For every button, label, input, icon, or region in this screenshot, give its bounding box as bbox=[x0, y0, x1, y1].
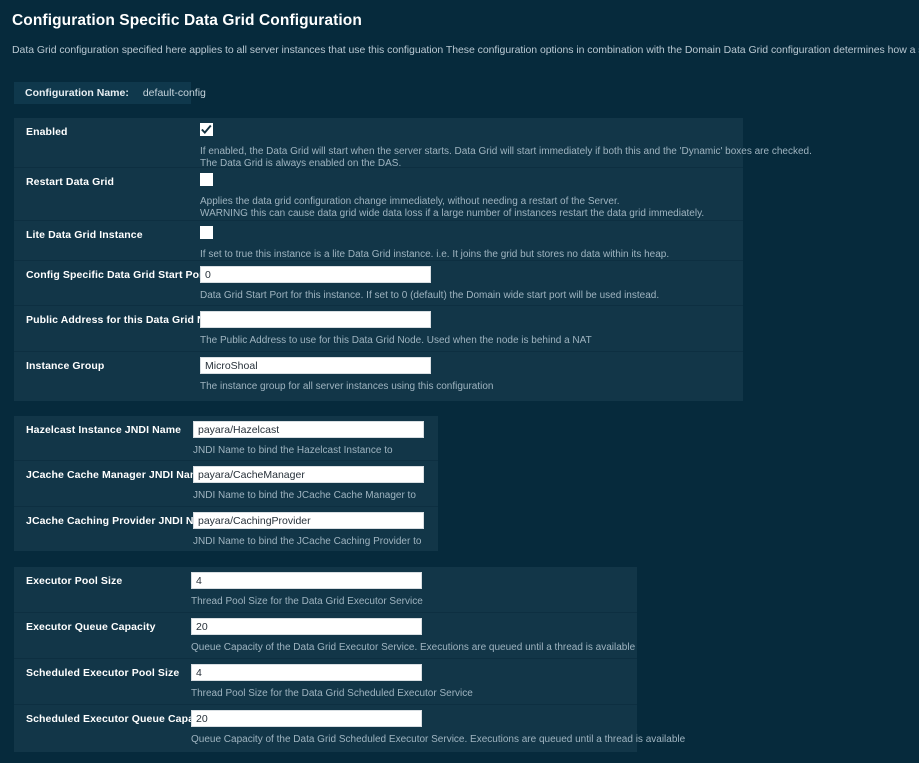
help-line: If set to true this instance is a lite D… bbox=[200, 249, 670, 260]
field-label: Executor Pool Size bbox=[26, 575, 123, 587]
field-label: Restart Data Grid bbox=[26, 176, 115, 188]
field-help-text: Thread Pool Size for the Data Grid Execu… bbox=[191, 596, 423, 608]
settings-row: JCache Caching Provider JNDI Name JNDI Na… bbox=[14, 507, 438, 551]
settings-row: Lite Data Grid Instance If set to true th… bbox=[14, 221, 743, 261]
page-title: Configuration Specific Data Grid Configu… bbox=[12, 12, 362, 29]
general-settings-group: Enabled If enabled, the Data Grid will st… bbox=[14, 118, 812, 401]
page-description: Data Grid configuration specified here a… bbox=[12, 44, 919, 56]
settings-row: Scheduled Executor Pool Size Thread Pool … bbox=[14, 659, 637, 705]
field-label: Lite Data Grid Instance bbox=[26, 229, 143, 241]
input-config-specific-data-grid-start-port[interactable] bbox=[200, 266, 431, 283]
settings-row: Instance Group The instance group for all… bbox=[14, 352, 743, 401]
field-label: JCache Caching Provider JNDI Name bbox=[26, 515, 215, 527]
settings-row: Executor Pool Size Thread Pool Size for t… bbox=[14, 567, 637, 613]
field-help-text: Data Grid Start Port for this instance. … bbox=[200, 290, 659, 302]
help-line: JNDI Name to bind the JCache Cache Manag… bbox=[193, 490, 416, 501]
jndi-settings-group: Hazelcast Instance JNDI Name JNDI Name to… bbox=[14, 416, 438, 551]
help-line: Data Grid Start Port for this instance. … bbox=[200, 290, 660, 301]
executor-settings-group: Executor Pool Size Thread Pool Size for t… bbox=[14, 567, 685, 752]
input-public-address-for-this-data-grid-node[interactable] bbox=[200, 311, 431, 328]
settings-row: Restart Data Grid Applies the data grid c… bbox=[14, 168, 743, 221]
field-help-text: Queue Capacity of the Data Grid Schedule… bbox=[191, 734, 685, 746]
help-line: Applies the data grid configuration chan… bbox=[200, 196, 620, 207]
help-line: Thread Pool Size for the Data Grid Execu… bbox=[191, 596, 423, 607]
configuration-name-bar: Configuration Name: default-config bbox=[14, 82, 206, 104]
field-help-text: The instance group for all server instan… bbox=[200, 381, 494, 393]
help-line: Thread Pool Size for the Data Grid Sched… bbox=[191, 688, 473, 699]
help-line: The Public Address to use for this Data … bbox=[200, 335, 592, 346]
field-label: Executor Queue Capacity bbox=[26, 621, 156, 633]
field-label: Instance Group bbox=[26, 360, 105, 372]
settings-row: Enabled If enabled, the Data Grid will st… bbox=[14, 118, 812, 169]
settings-row: Hazelcast Instance JNDI Name JNDI Name to… bbox=[14, 416, 438, 461]
field-label: Scheduled Executor Queue Capacity bbox=[26, 713, 213, 725]
field-label: Enabled bbox=[26, 126, 68, 138]
settings-row: Config Specific Data Grid Start Port Data… bbox=[14, 261, 743, 306]
input-executor-queue-capacity[interactable] bbox=[191, 618, 422, 635]
checkbox-enabled[interactable] bbox=[200, 123, 213, 136]
field-help-text: Thread Pool Size for the Data Grid Sched… bbox=[191, 688, 473, 700]
checkbox-lite-data-grid-instance[interactable] bbox=[200, 226, 213, 239]
field-help-text: JNDI Name to bind the JCache Caching Pro… bbox=[193, 536, 421, 548]
help-line: WARNING this can cause data grid wide da… bbox=[200, 207, 705, 219]
input-hazelcast-instance-jndi-name[interactable] bbox=[193, 421, 424, 438]
help-line: JNDI Name to bind the Hazelcast Instance… bbox=[193, 445, 393, 456]
field-label: JCache Cache Manager JNDI Name bbox=[26, 469, 206, 481]
field-help-text: Applies the data grid configuration chan… bbox=[200, 196, 704, 219]
field-help-text: JNDI Name to bind the Hazelcast Instance… bbox=[193, 445, 393, 457]
input-instance-group[interactable] bbox=[200, 357, 431, 374]
input-scheduled-executor-pool-size[interactable] bbox=[191, 664, 422, 681]
field-label: Config Specific Data Grid Start Port bbox=[26, 269, 207, 281]
configuration-name-label: Configuration Name: bbox=[25, 87, 129, 99]
checkbox-restart-data-grid[interactable] bbox=[200, 173, 213, 186]
settings-row: JCache Cache Manager JNDI Name JNDI Name … bbox=[14, 461, 438, 507]
input-jcache-cache-manager-jndi-name[interactable] bbox=[193, 466, 424, 483]
settings-row: Public Address for this Data Grid Node Th… bbox=[14, 306, 743, 352]
help-line: Queue Capacity of the Data Grid Schedule… bbox=[191, 734, 686, 745]
field-label: Hazelcast Instance JNDI Name bbox=[26, 424, 182, 436]
input-scheduled-executor-queue-capacity[interactable] bbox=[191, 710, 422, 727]
field-help-text: The Public Address to use for this Data … bbox=[200, 335, 592, 347]
field-help-text: Queue Capacity of the Data Grid Executor… bbox=[191, 642, 635, 654]
field-label: Public Address for this Data Grid Node bbox=[26, 314, 224, 326]
settings-row: Scheduled Executor Queue Capacity Queue C… bbox=[14, 705, 685, 752]
help-line: Queue Capacity of the Data Grid Executor… bbox=[191, 642, 636, 653]
field-help-text: If set to true this instance is a lite D… bbox=[200, 249, 669, 261]
input-jcache-caching-provider-jndi-name[interactable] bbox=[193, 512, 424, 529]
settings-row: Executor Queue Capacity Queue Capacity of… bbox=[14, 613, 637, 659]
help-line: If enabled, the Data Grid will start whe… bbox=[200, 146, 812, 157]
input-executor-pool-size[interactable] bbox=[191, 572, 422, 589]
field-help-text: If enabled, the Data Grid will start whe… bbox=[200, 146, 812, 169]
help-line: The instance group for all server instan… bbox=[200, 381, 494, 392]
configuration-name-value: default-config bbox=[142, 87, 206, 99]
data-grid-configuration-page: Configuration Specific Data Grid Configu… bbox=[0, 0, 919, 763]
help-line: JNDI Name to bind the JCache Caching Pro… bbox=[193, 536, 422, 547]
field-help-text: JNDI Name to bind the JCache Cache Manag… bbox=[193, 490, 416, 502]
field-label: Scheduled Executor Pool Size bbox=[26, 667, 180, 679]
